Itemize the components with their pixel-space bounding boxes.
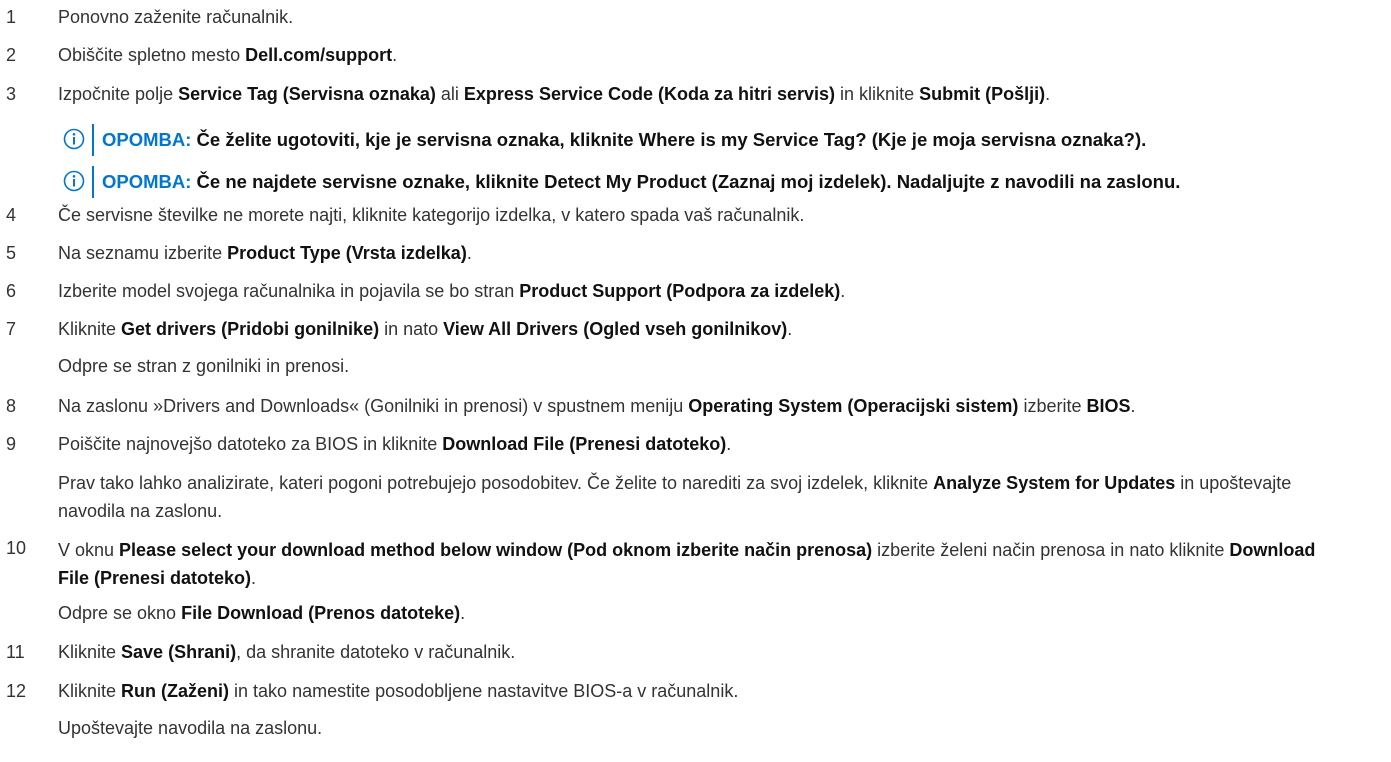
text-run: in kliknite xyxy=(835,84,920,104)
info-circle-icon xyxy=(63,170,85,192)
text-run: . xyxy=(726,434,732,454)
text-run: Izpočnite polje xyxy=(58,84,179,104)
step-text: Kliknite Run (Zaženi) in tako namestite … xyxy=(58,679,1378,703)
bold-ui-term: Dell.com/support xyxy=(245,45,393,65)
text-run: . xyxy=(251,568,257,588)
text-run: izberite želeni način prenosa in nato kl… xyxy=(872,540,1230,560)
step-9-note: Prav tako lahko analizirate, kateri pogo… xyxy=(58,469,1348,525)
step-text: V oknu Please select your download metho… xyxy=(58,536,1348,592)
bold-ui-term: Run (Zaženi) xyxy=(121,681,230,701)
text-run: Ponovno zaženite računalnik. xyxy=(58,7,294,27)
step-7-result: Odpre se stran z gonilniki in prenosi. xyxy=(58,354,1378,378)
note-divider xyxy=(92,124,94,156)
bold-ui-term: BIOS xyxy=(1086,396,1131,416)
step-number: 12 xyxy=(6,681,27,701)
step-number: 3 xyxy=(6,84,17,104)
info-circle-icon xyxy=(63,128,85,150)
step-text: Kliknite Get drivers (Pridobi gonilnike)… xyxy=(58,317,1378,341)
bold-ui-term: Analyze System for Updates xyxy=(933,473,1176,493)
bold-ui-term: Please select your download method below… xyxy=(119,540,873,560)
text-run: Kliknite xyxy=(58,681,122,701)
step-number: 11 xyxy=(6,642,25,662)
step-10-result: Odpre se okno File Download (Prenos dato… xyxy=(58,601,1378,625)
text-run: . xyxy=(840,281,846,301)
step-number: 6 xyxy=(6,281,17,301)
step-text: Ponovno zaženite računalnik. xyxy=(58,5,1378,29)
bold-ui-term: Download File (Prenesi datoteko) xyxy=(442,434,727,454)
text-run: izberite xyxy=(1018,396,1087,416)
text-run: in tako namestite posodobljene nastavitv… xyxy=(229,681,739,701)
step-text: Poiščite najnovejšo datoteko za BIOS in … xyxy=(58,432,1378,456)
text-run: Kliknite xyxy=(58,319,122,339)
note-text: OPOMBA: Če želite ugotoviti, kje je serv… xyxy=(102,124,1146,156)
bold-ui-term: Express Service Code (Koda za hitri serv… xyxy=(463,84,836,104)
note-label: OPOMBA: xyxy=(102,171,192,192)
text-run: in nato xyxy=(379,319,444,339)
note-row: OPOMBA: Če ne najdete servisne oznake, k… xyxy=(0,166,1391,200)
step-number: 7 xyxy=(6,319,17,339)
note-divider xyxy=(92,166,94,198)
bold-ui-term: Service Tag (Servisna oznaka) xyxy=(178,84,436,104)
note-detect-product: OPOMBA: Če ne najdete servisne oznake, k… xyxy=(63,166,1391,200)
step-number: 2 xyxy=(6,45,17,65)
text-run: . xyxy=(392,45,398,65)
text-run: . xyxy=(787,319,793,339)
step-number: 1 xyxy=(6,7,17,27)
text-run: Poiščite najnovejšo datoteko za BIOS in … xyxy=(58,434,443,454)
text-run: Na seznamu izberite xyxy=(58,243,228,263)
text-run: Kliknite xyxy=(58,642,122,662)
bold-ui-term: Product Type (Vrsta izdelka) xyxy=(227,243,467,263)
step-12-result: Upoštevajte navodila na zaslonu. xyxy=(58,716,1378,740)
note-body: Če ne najdete servisne oznake, kliknite … xyxy=(191,171,1181,192)
step-text: Izberite model svojega računalnika in po… xyxy=(58,279,1378,303)
step-number: 8 xyxy=(6,396,17,416)
text-run: Upoštevajte navodila na zaslonu. xyxy=(58,718,323,738)
step-number: 10 xyxy=(6,538,27,558)
bold-ui-term: File Download (Prenos datoteke) xyxy=(181,603,461,623)
bold-ui-term: Get drivers (Pridobi gonilnike) xyxy=(121,319,380,339)
step-text: Obiščite spletno mesto Dell.com/support. xyxy=(58,43,1378,67)
step-number: 5 xyxy=(6,243,17,263)
step-number: 4 xyxy=(6,205,17,225)
text-run: ali xyxy=(435,84,464,104)
bold-ui-term: Operating System (Operacijski sistem) xyxy=(688,396,1019,416)
step-text: Na zaslonu »Drivers and Downloads« (Goni… xyxy=(58,394,1378,418)
text-run: V oknu xyxy=(58,540,120,560)
step-text: Kliknite Save (Shrani), da shranite dato… xyxy=(58,640,1378,664)
bold-ui-term: Save (Shrani) xyxy=(121,642,237,662)
text-run: . xyxy=(1045,84,1051,104)
text-run: . xyxy=(460,603,466,623)
text-run: Odpre se okno xyxy=(58,603,182,623)
text-run: Odpre se stran z gonilniki in prenosi. xyxy=(58,356,350,376)
note-body: Če želite ugotoviti, kje je servisna ozn… xyxy=(191,129,1147,150)
text-run: Izberite model svojega računalnika in po… xyxy=(58,281,520,301)
note-text: OPOMBA: Če ne najdete servisne oznake, k… xyxy=(102,166,1180,198)
step-number: 9 xyxy=(6,434,17,454)
text-run: , da shranite datoteko v računalnik. xyxy=(236,642,516,662)
bold-ui-term: Submit (Pošlji) xyxy=(919,84,1046,104)
text-run: Prav tako lahko analizirate, kateri pogo… xyxy=(58,473,934,493)
text-run: . xyxy=(466,243,472,263)
text-run: Če servisne številke ne morete najti, kl… xyxy=(58,205,805,225)
bold-ui-term: View All Drivers (Ogled vseh gonilnikov) xyxy=(443,319,788,339)
text-run: Obiščite spletno mesto xyxy=(58,45,246,65)
step-text: Na seznamu izberite Product Type (Vrsta … xyxy=(58,241,1378,265)
step-text: Izpočnite polje Service Tag (Servisna oz… xyxy=(58,82,1378,106)
note-service-tag-location: OPOMBA: Če želite ugotoviti, kje je serv… xyxy=(63,124,1391,158)
text-run: . xyxy=(1130,396,1136,416)
bold-ui-term: Product Support (Podpora za izdelek) xyxy=(519,281,841,301)
text-run: Na zaslonu »Drivers and Downloads« (Goni… xyxy=(58,396,689,416)
step-text: Če servisne številke ne morete najti, kl… xyxy=(58,203,1378,227)
note-label: OPOMBA: xyxy=(102,129,192,150)
